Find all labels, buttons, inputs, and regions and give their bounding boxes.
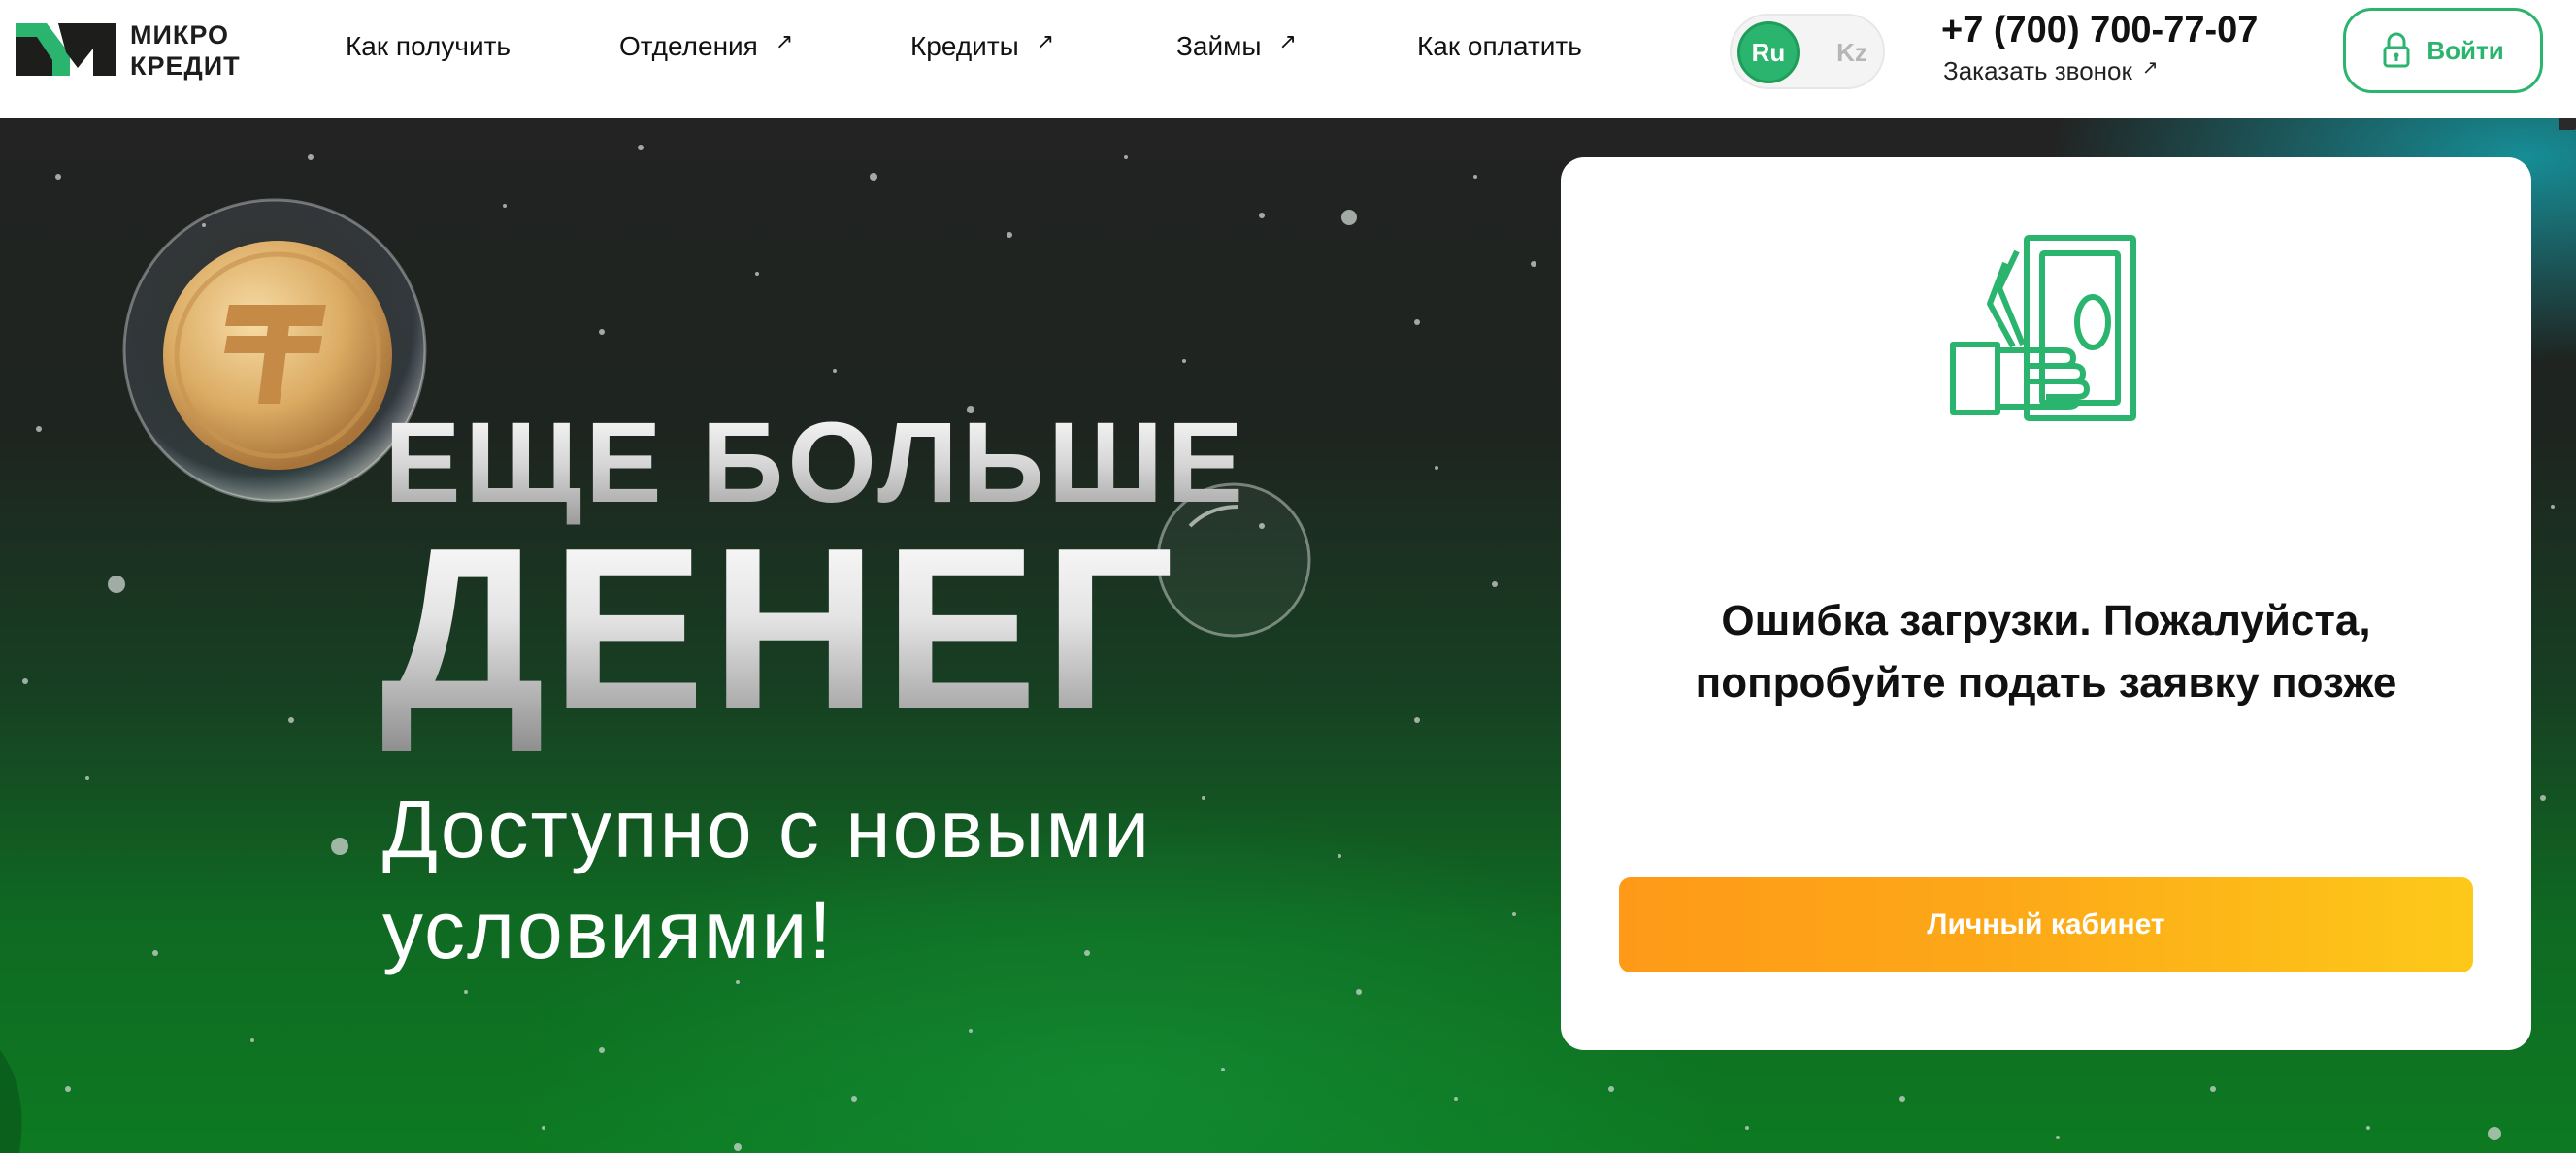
application-card: Ошибка загрузки. Пожалуйста, попробуйте …	[1561, 157, 2531, 1050]
hero-title-line2: ДЕНЕГ	[380, 501, 1180, 758]
external-arrow-icon: ↗	[2141, 57, 2159, 79]
nav-item-label: Займы	[1176, 31, 1262, 61]
nav-item-label: Кредиты	[910, 31, 1019, 61]
external-arrow-icon: ↗	[1278, 29, 1297, 53]
site-header: МИКРО КРЕДИТ Как получить Отделения ↗ Кр…	[0, 0, 2576, 118]
phone-number[interactable]: +7 (700) 700-77-07	[1941, 10, 2258, 51]
personal-cabinet-button[interactable]: Личный кабинет	[1619, 877, 2473, 972]
error-message: Ошибка загрузки. Пожалуйста, попробуйте …	[1695, 597, 2397, 707]
nav-how-to-pay[interactable]: Как оплатить	[1417, 31, 1582, 62]
nav-credits[interactable]: Кредиты ↗	[910, 31, 1054, 62]
logo-mark-icon	[16, 23, 116, 76]
lang-ru-option[interactable]: Ru	[1737, 21, 1800, 83]
hand-with-cash-icon	[1950, 235, 2136, 421]
hero-banner: ЕЩЕ БОЛЬШЕ ДЕНЕГ Доступно с новыми услов…	[0, 118, 2576, 1153]
hero-subtitle: Доступно с новыми условиями!	[382, 783, 1152, 975]
logo-text: МИКРО КРЕДИТ	[130, 19, 241, 82]
language-switch[interactable]: Ru Kz	[1730, 14, 1885, 89]
callback-label: Заказать звонок	[1943, 56, 2132, 85]
logo-text-line2: КРЕДИТ	[130, 51, 241, 81]
nav-item-label: Как получить	[346, 31, 512, 61]
lang-kz-option[interactable]: Kz	[1821, 21, 1883, 83]
logo-text-line1: МИКРО	[130, 20, 230, 49]
callback-link[interactable]: Заказать звонок ↗	[1943, 56, 2159, 86]
nav-item-label: Отделения	[619, 31, 758, 61]
nav-how-to-get[interactable]: Как получить	[346, 31, 511, 62]
login-button[interactable]: Войти	[2343, 8, 2543, 93]
nav-loans[interactable]: Займы ↗	[1176, 31, 1297, 62]
login-label: Войти	[2427, 35, 2504, 65]
nav-item-label: Как оплатить	[1417, 31, 1582, 61]
nav-branches[interactable]: Отделения ↗	[619, 31, 793, 62]
external-arrow-icon: ↗	[775, 29, 794, 53]
external-arrow-icon: ↗	[1036, 29, 1055, 53]
logo[interactable]: МИКРО КРЕДИТ	[14, 17, 256, 82]
lock-icon	[2383, 32, 2410, 68]
